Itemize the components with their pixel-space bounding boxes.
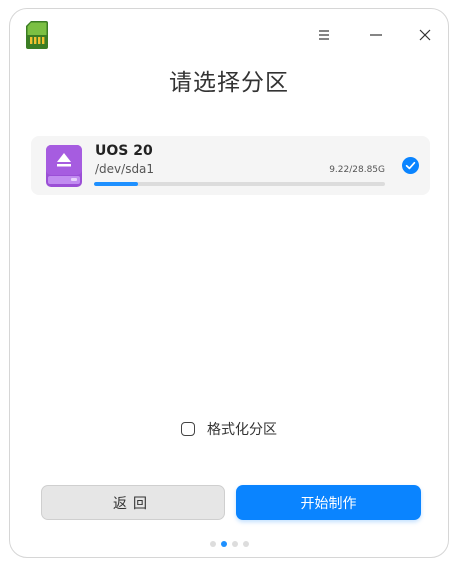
page-dot-1 <box>210 541 216 547</box>
hamburger-menu-icon <box>319 30 329 40</box>
close-icon <box>419 29 431 41</box>
format-partition-option[interactable]: 格式化分区 <box>181 419 277 439</box>
start-button[interactable]: 开始制作 <box>236 485 421 520</box>
usb-disk-icon <box>46 145 82 187</box>
partition-device: /dev/sda1 <box>95 162 155 176</box>
page-dot-4 <box>243 541 249 547</box>
page-dot-2 <box>221 541 227 547</box>
format-partition-checkbox[interactable] <box>181 422 195 436</box>
app-window: 请选择分区 UOS 20 /dev/sda1 9.22/28.85G 格式化分区… <box>9 8 449 558</box>
back-button[interactable]: 返回 <box>41 485 225 520</box>
checkmark-icon <box>402 157 419 174</box>
usage-progress-fill <box>94 182 138 186</box>
minimize-icon <box>370 34 382 36</box>
partition-size: 9.22/28.85G <box>329 165 385 175</box>
partition-item-sda1[interactable]: UOS 20 /dev/sda1 9.22/28.85G <box>31 136 430 195</box>
close-button[interactable] <box>413 23 437 47</box>
sd-card-app-icon <box>26 21 48 49</box>
page-title: 请选择分区 <box>169 70 289 96</box>
minimize-button[interactable] <box>364 23 388 47</box>
page-indicator <box>210 541 249 547</box>
menu-button[interactable] <box>312 23 336 47</box>
page-dot-3 <box>232 541 238 547</box>
partition-name: UOS 20 <box>95 143 153 159</box>
format-partition-label: 格式化分区 <box>207 422 277 438</box>
usage-progress-bar <box>94 182 385 186</box>
